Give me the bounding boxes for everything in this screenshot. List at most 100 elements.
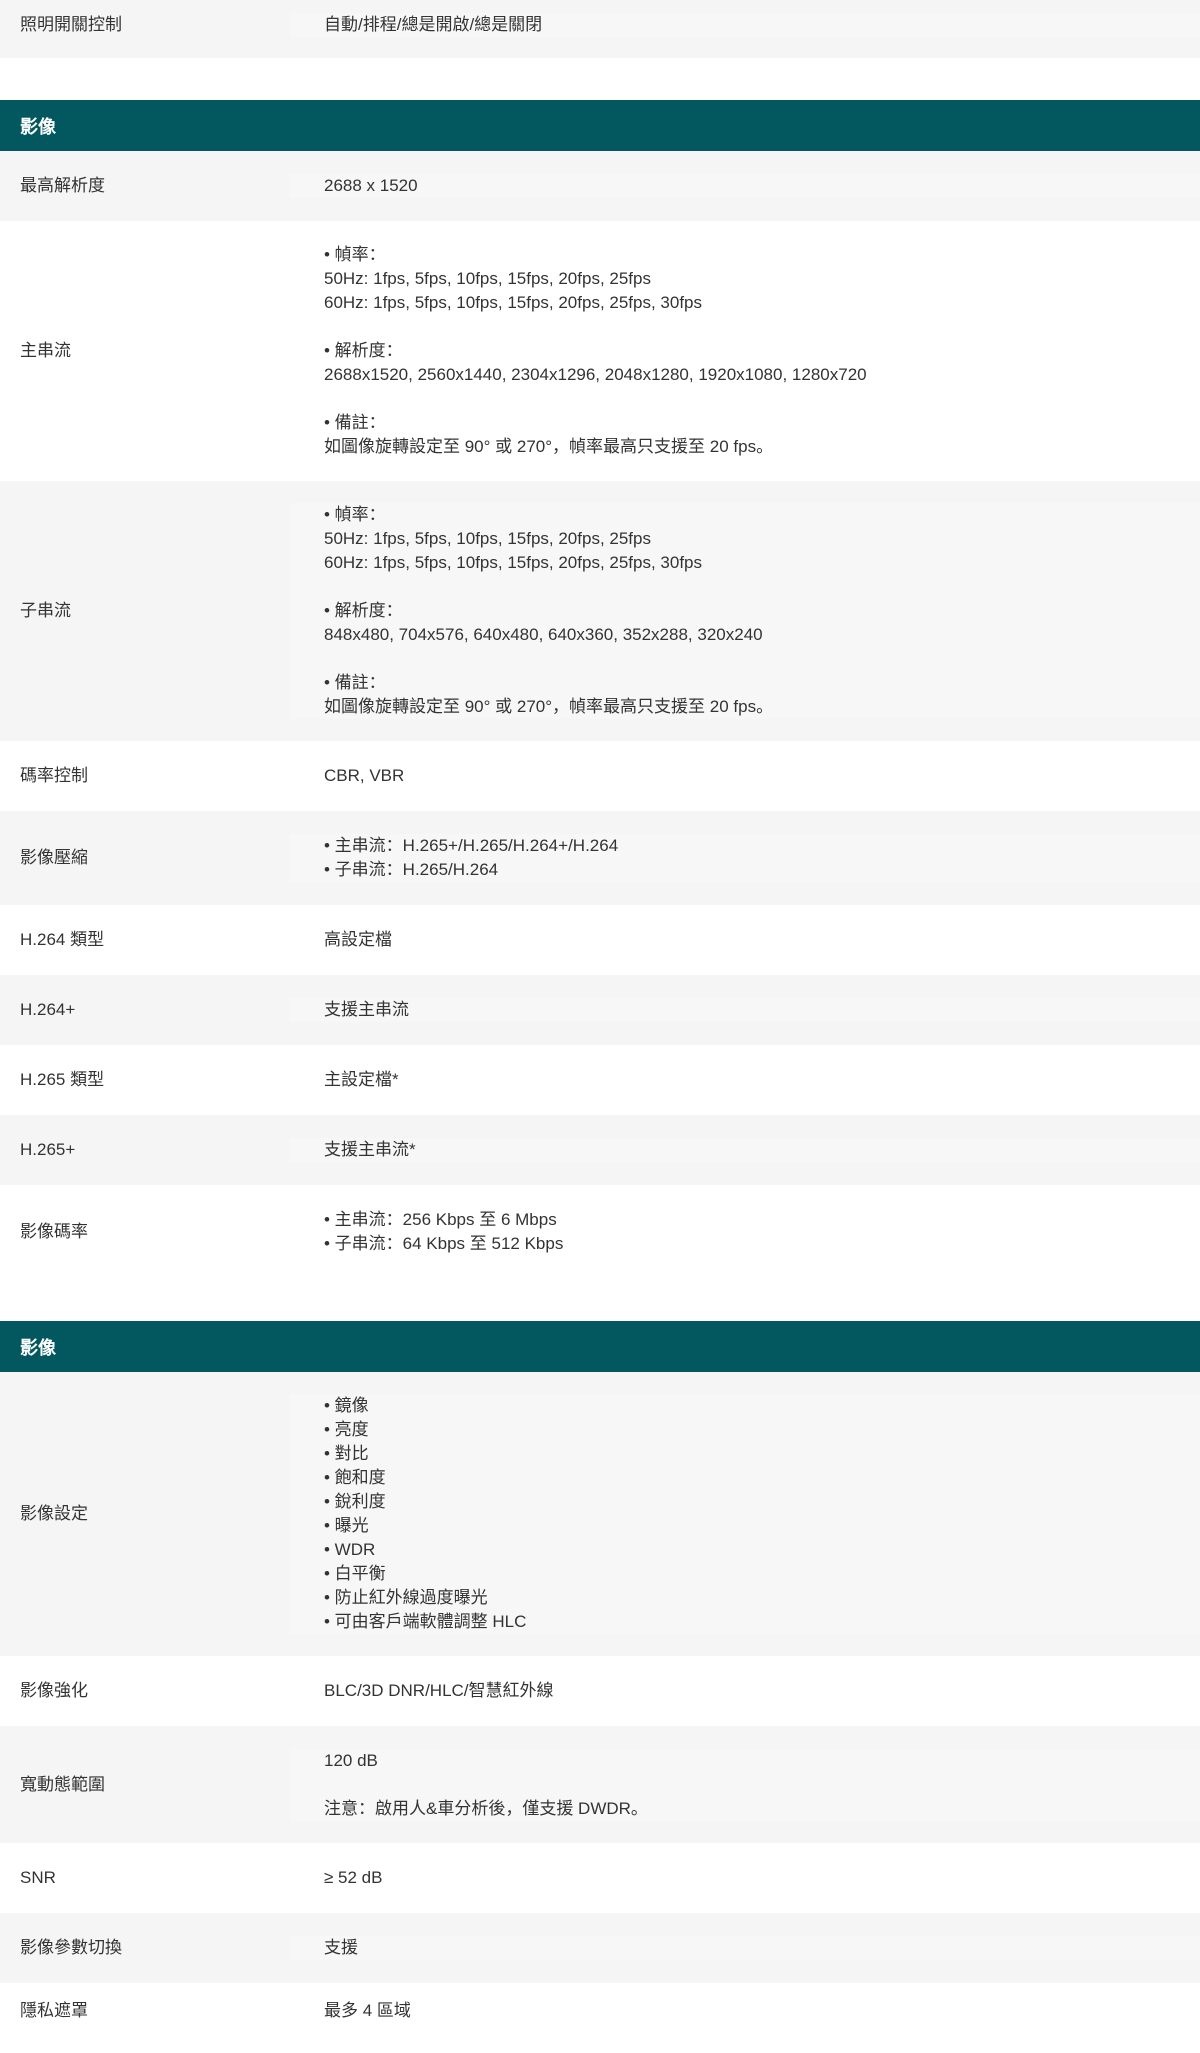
spec-label: H.264 類型 [20,930,105,949]
spec-value: • 幀率： 50Hz: 1fps, 5fps, 10fps, 15fps, 20… [290,503,1200,719]
spec-row: 最高解析度 2688 x 1520 [0,151,1200,221]
spec-value-line: 50Hz: 1fps, 5fps, 10fps, 15fps, 20fps, 2… [324,529,651,548]
spec-value-line: 如圖像旋轉設定至 90° 或 270°，幀率最高只支援至 20 fps。 [324,437,774,456]
spec-value-line: • 幀率： [324,505,386,524]
spec-value-line: • 備註： [324,413,386,432]
spec-value: 主設定檔* [290,1068,1200,1092]
spec-label: 影像壓縮 [20,848,88,867]
spec-row: H.265+ 支援主串流* [0,1115,1200,1185]
spec-row: 影像設定 • 鏡像 • 亮度 • 對比 • 飽和度 • 銳利度 • 曝光 • W… [0,1372,1200,1656]
spec-value-line: 848x480, 704x576, 640x480, 640x360, 352x… [324,625,763,644]
spec-value-line: • 防止紅外線過度曝光 [324,1588,488,1607]
spec-value: BLC/3D DNR/HLC/智慧紅外線 [290,1679,1200,1703]
spec-row: 影像強化 BLC/3D DNR/HLC/智慧紅外線 [0,1656,1200,1726]
spec-value-line: • 可由客戶端軟體調整 HLC [324,1612,527,1631]
spec-value-gap [324,575,1180,599]
spec-value-line: 高設定檔 [324,930,392,949]
spec-label: 影像強化 [20,1681,88,1700]
spec-value: • 主串流：H.265+/H.265/H.264+/H.264 • 子串流：H.… [290,834,1200,882]
spec-value-line: 120 dB [324,1750,378,1770]
spec-label: 影像參數切換 [20,1938,122,1957]
spec-value-gap [324,1773,1180,1797]
spec-value: 支援主串流 [290,998,1200,1022]
spec-value-gap [324,647,1180,671]
section-spacer [0,1279,1200,1321]
spec-value-line: 60Hz: 1fps, 5fps, 10fps, 15fps, 20fps, 2… [324,553,703,572]
spec-value: 支援主串流* [290,1138,1200,1162]
spec-row: 子串流 • 幀率： 50Hz: 1fps, 5fps, 10fps, 15fps… [0,481,1200,741]
spec-label: 隱私遮罩 [20,2001,88,2020]
spec-value: 支援 [290,1936,1200,1960]
spec-row: 隱私遮罩 最多 4 區域 [0,1983,1200,2053]
spec-row: 碼率控制 CBR, VBR [0,741,1200,811]
spec-value-line: • 亮度 [324,1420,369,1439]
spec-value-line: • 幀率： [324,245,386,264]
spec-value-gap [324,315,1180,339]
spec-value-line: 如圖像旋轉設定至 90° 或 270°，幀率最高只支援至 20 fps。 [324,697,774,716]
spec-row: 寬動態範圍 120 dB 注意：啟用人&車分析後，僅支援 DWDR。 [0,1726,1200,1843]
spec-value-line: • 主串流：H.265+/H.265/H.264+/H.264 [324,836,619,855]
spec-label: H.265+ [20,1140,76,1159]
spec-label: 影像設定 [20,1504,88,1523]
spec-value: ≥ 52 dB [290,1866,1200,1890]
spec-value-line: 支援主串流 [324,1000,409,1019]
spec-row: 影像參數切換 支援 [0,1913,1200,1983]
spec-value-line: ≥ 52 dB [324,1868,383,1887]
spec-value: 2688 x 1520 [290,174,1200,198]
spec-value-line: • 子串流：H.265/H.264 [324,860,499,879]
spec-value: • 鏡像 • 亮度 • 對比 • 飽和度 • 銳利度 • 曝光 • WDR • … [290,1394,1200,1634]
spec-value-line: • 子串流：64 Kbps 至 512 Kbps [324,1234,564,1253]
spec-row: H.264 類型 高設定檔 [0,905,1200,975]
spec-label: 最高解析度 [20,176,105,195]
spec-label: 影像碼率 [20,1222,88,1241]
spec-row: 照明開關控制 自動/排程/總是開啟/總是關閉 [0,0,1200,58]
spec-value-gap [324,387,1180,411]
spec-value-line: • 備註： [324,673,386,692]
spec-value-line: 最多 4 區域 [324,2001,411,2020]
spec-value-line: CBR, VBR [324,766,405,785]
spec-value: • 幀率： 50Hz: 1fps, 5fps, 10fps, 15fps, 20… [290,243,1200,459]
section-spacer [0,58,1200,100]
spec-value-line: • 飽和度 [324,1468,386,1487]
spec-value-line: • WDR [324,1540,376,1559]
spec-value: CBR, VBR [290,764,1200,788]
spec-value-line: 50Hz: 1fps, 5fps, 10fps, 15fps, 20fps, 2… [324,269,651,288]
spec-value-line: 注意：啟用人&車分析後，僅支援 DWDR。 [324,1798,648,1818]
spec-row: 影像壓縮 • 主串流：H.265+/H.265/H.264+/H.264 • 子… [0,811,1200,905]
spec-value-line: • 對比 [324,1444,369,1463]
spec-label: 子串流 [20,601,71,620]
spec-value-line: 自動/排程/總是開啟/總是關閉 [324,15,543,34]
section-header: 影像 [0,100,1200,151]
spec-value: 高設定檔 [290,928,1200,952]
spec-row: SNR ≥ 52 dB [0,1843,1200,1913]
spec-label: H.264+ [20,1000,76,1019]
spec-value-line: BLC/3D DNR/HLC/智慧紅外線 [324,1681,554,1700]
spec-value-line: • 解析度： [324,341,403,360]
spec-value-line: 支援 [324,1938,358,1957]
spec-value: 最多 4 區域 [290,1999,1200,2023]
spec-value: • 主串流：256 Kbps 至 6 Mbps • 子串流：64 Kbps 至 … [290,1208,1200,1256]
spec-value-line: • 主串流：256 Kbps 至 6 Mbps [324,1210,557,1229]
spec-row: 影像碼率 • 主串流：256 Kbps 至 6 Mbps • 子串流：64 Kb… [0,1185,1200,1279]
spec-value-line: • 鏡像 [324,1396,369,1415]
spec-value-line: 主設定檔* [324,1070,399,1089]
spec-value-line: • 曝光 [324,1516,369,1535]
spec-label: 照明開關控制 [20,15,122,34]
spec-label: SNR [20,1868,56,1887]
spec-value-line: • 解析度： [324,601,403,620]
spec-label: 寬動態範圍 [20,1774,105,1794]
spec-value-line: 支援主串流* [324,1140,416,1159]
spec-row: H.265 類型 主設定檔* [0,1045,1200,1115]
spec-label: H.265 類型 [20,1070,105,1089]
spec-value-line: 2688x1520, 2560x1440, 2304x1296, 2048x12… [324,365,867,384]
spec-value: 自動/排程/總是開啟/總是關閉 [290,13,1200,37]
spec-label: 主串流 [20,341,71,360]
spec-row: H.264+ 支援主串流 [0,975,1200,1045]
spec-value-line: 2688 x 1520 [324,176,418,195]
spec-value-line: • 白平衡 [324,1564,386,1583]
spec-value: 120 dB 注意：啟用人&車分析後，僅支援 DWDR。 [290,1748,1200,1821]
spec-row: 主串流 • 幀率： 50Hz: 1fps, 5fps, 10fps, 15fps… [0,221,1200,481]
section-header: 影像 [0,1321,1200,1372]
spec-page: 照明開關控制 自動/排程/總是開啟/總是關閉 影像 最高解析度 2688 x 1… [0,0,1200,2053]
spec-value-line: • 銳利度 [324,1492,386,1511]
